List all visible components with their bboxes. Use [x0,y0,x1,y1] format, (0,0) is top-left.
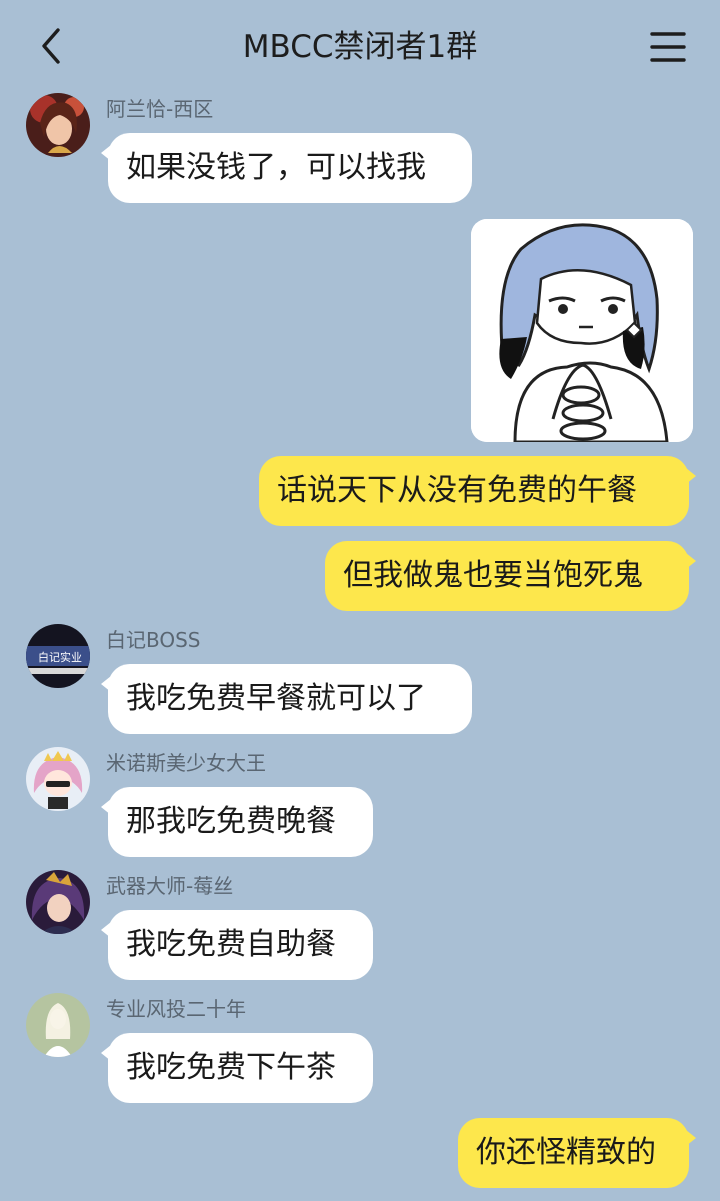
message-text: 如果没钱了，可以找我 [126,150,426,185]
hamburger-menu-icon [650,32,686,62]
signboard-avatar-icon: 白记实业 [26,624,90,688]
message-text: 我吃免费下午茶 [126,1050,336,1085]
avatar-sign-text: 白记实业 [38,650,82,664]
message-bubble[interactable]: 你还怪精致的 [458,1118,696,1188]
message-bubble[interactable]: 我吃免费早餐就可以了 [101,664,472,734]
avatar[interactable] [26,747,90,811]
sticker-image[interactable] [471,219,693,442]
chevron-left-icon [42,28,60,64]
avatar[interactable] [26,993,90,1057]
message-bubble[interactable]: 我吃免费下午茶 [101,1033,373,1103]
message-bubble[interactable]: 话说天下从没有免费的午餐 [259,456,696,526]
sketch-avatar-icon [26,993,90,1057]
chibi-girl-avatar-icon [26,747,90,811]
character-avatar-icon [26,870,90,934]
sender-name: 米诺斯美少女大王 [106,751,266,775]
back-button[interactable] [34,24,74,68]
avatar[interactable] [26,870,90,934]
message-text: 但我做鬼也要当饱死鬼 [343,558,643,593]
sender-name: 阿兰恰-西区 [106,97,214,121]
sender-name: 专业风投二十年 [106,997,246,1021]
message-text: 那我吃免费晚餐 [126,804,336,839]
avatar[interactable] [26,93,90,157]
sender-name: 白记BOSS [106,628,201,652]
chat-title: MBCC禁闭者1群 [242,29,478,65]
message-text: 你还怪精致的 [476,1135,656,1170]
message-bubble[interactable]: 但我做鬼也要当饱死鬼 [325,541,696,611]
user-avatar-icon [26,93,90,157]
message-bubble[interactable]: 我吃免费自助餐 [101,910,373,980]
message-text: 话说天下从没有免费的午餐 [277,473,637,508]
sender-name: 武器大师-莓丝 [106,874,234,898]
menu-button[interactable] [648,27,688,67]
message-text: 我吃免费自助餐 [126,927,336,962]
message-bubble[interactable]: 如果没钱了，可以找我 [101,133,472,203]
avatar[interactable]: 白记实业 [26,624,90,688]
message-bubble[interactable]: 那我吃免费晚餐 [101,787,373,857]
chat-header: MBCC禁闭者1群 [0,0,720,92]
message-text: 我吃免费早餐就可以了 [126,681,426,716]
anime-girl-sticker [471,219,693,442]
